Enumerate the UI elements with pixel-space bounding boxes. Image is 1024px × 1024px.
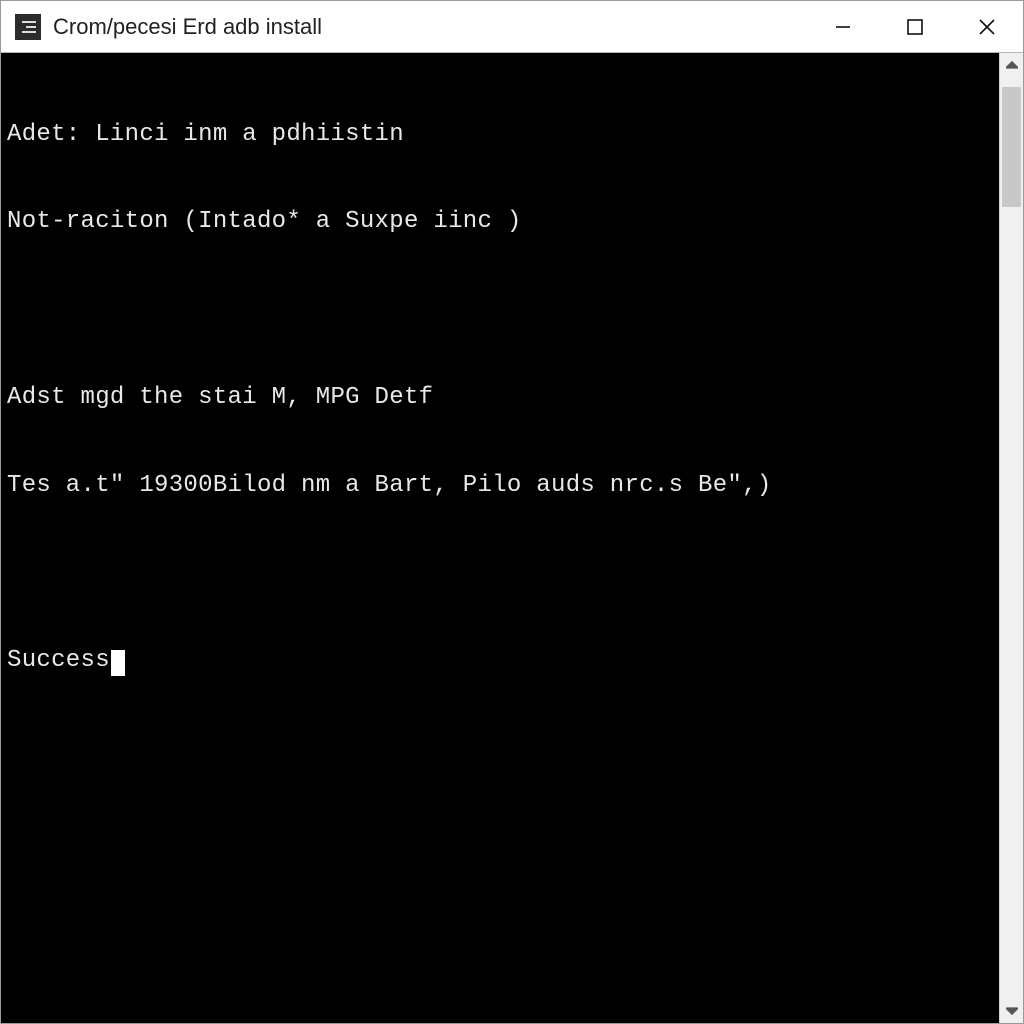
close-button[interactable] [951, 1, 1023, 52]
maximize-icon [906, 18, 924, 36]
cmd-app-icon [15, 14, 41, 40]
terminal-line: Adet: Linci inm a pdhiistin [7, 120, 993, 149]
scroll-up-button[interactable] [1000, 53, 1023, 77]
close-icon [977, 17, 997, 37]
terminal-line: Tes a.t" 19300Bilod nm a Bart, Pilo auds… [7, 471, 993, 500]
terminal-blank-line [7, 559, 993, 588]
chevron-up-icon [1006, 59, 1018, 71]
terminal-line: Not-raciton (Intado* a Suxpe iinc ) [7, 207, 993, 236]
scrollbar-thumb[interactable] [1002, 87, 1021, 207]
scroll-down-button[interactable] [1000, 999, 1023, 1023]
vertical-scrollbar[interactable] [999, 53, 1023, 1023]
terminal-output[interactable]: Adet: Linci inm a pdhiistin Not-raciton … [1, 53, 999, 1023]
terminal-success-text: Success [7, 647, 110, 674]
terminal-line: Adst mgd the stai M, MPG Detf [7, 383, 993, 412]
window-controls [807, 1, 1023, 52]
window-title: Crom/pecesi Erd adb install [53, 14, 807, 40]
window-body: Adet: Linci inm a pdhiistin Not-raciton … [1, 53, 1023, 1023]
maximize-button[interactable] [879, 1, 951, 52]
terminal-success-line: Success [7, 646, 993, 675]
chevron-down-icon [1006, 1005, 1018, 1017]
terminal-blank-line [7, 295, 993, 324]
terminal-cursor [111, 650, 125, 676]
titlebar[interactable]: Crom/pecesi Erd adb install [1, 1, 1023, 53]
minimize-button[interactable] [807, 1, 879, 52]
scrollbar-track[interactable] [1000, 77, 1023, 999]
minimize-icon [833, 17, 853, 37]
app-window: Crom/pecesi Erd adb install Ade [0, 0, 1024, 1024]
